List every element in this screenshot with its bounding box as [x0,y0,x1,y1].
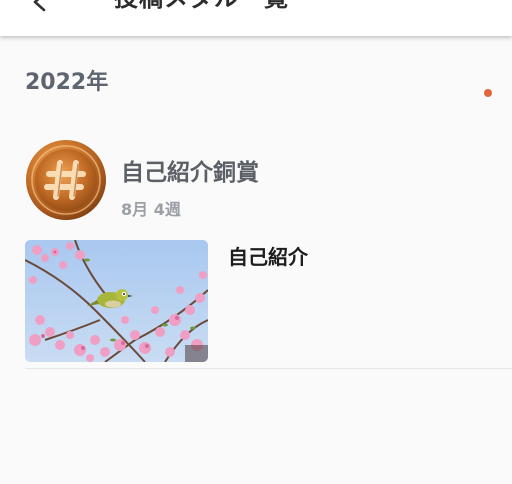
chevron-left-icon [29,0,51,13]
post-list-item[interactable]: 自己紹介 [25,240,512,368]
hash-medal-icon [25,139,107,221]
top-app-bar: 投稿メダル一覧 [0,0,512,36]
back-button[interactable] [20,0,60,22]
year-heading: 2022年 [25,70,109,95]
post-thumbnail [25,240,208,362]
medal-week: 8月 4週 [121,200,181,219]
indicator-dot [484,89,492,97]
post-title: 自己紹介 [228,245,308,269]
screen: 投稿メダル一覧 2022年 [0,0,512,484]
medal-title: 自己紹介銅賞 [121,160,259,186]
page-title: 投稿メダル一覧 [114,0,289,13]
divider [25,368,512,369]
